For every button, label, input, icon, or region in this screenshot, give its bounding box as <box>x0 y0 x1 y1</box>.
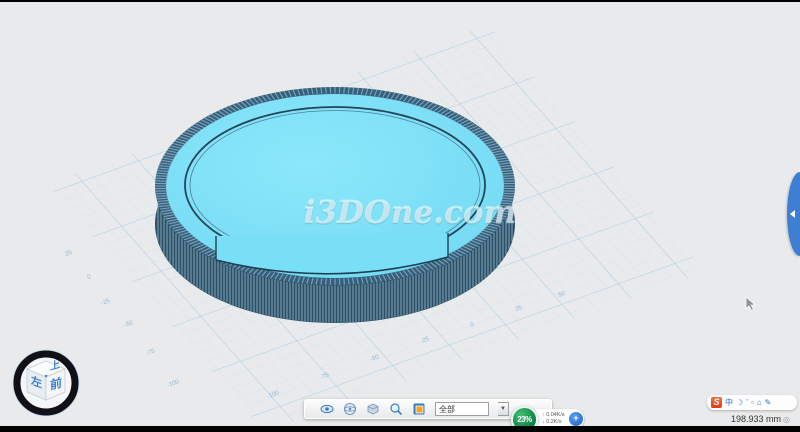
chevron-down-icon[interactable]: ▼ <box>498 402 509 416</box>
material-swatch-icon[interactable] <box>412 402 426 416</box>
boost-icon[interactable]: + <box>569 412 583 426</box>
skin-icon[interactable]: ⌂ <box>757 395 762 410</box>
grid-axis-label: -75 <box>146 348 157 357</box>
visibility-eye-icon[interactable] <box>320 402 334 416</box>
upload-arrow-icon: ↑ <box>542 412 545 417</box>
measurement-value: 198.933 mm <box>731 414 781 424</box>
grid-axis-label: -100 <box>167 379 181 389</box>
mode-chinese-icon[interactable]: 中 <box>725 395 733 410</box>
view-sphere-icon[interactable] <box>343 402 357 416</box>
status-circle-icon[interactable]: ◎ <box>783 415 790 424</box>
memory-usage-ball[interactable]: 23% <box>511 406 538 426</box>
window-bottom-edge <box>0 426 800 432</box>
zoom-search-icon[interactable] <box>389 402 403 416</box>
scene-canvas: 250-25-50-75-100-100-75-50-2502550 <box>0 2 800 426</box>
chevron-left-icon <box>790 210 795 218</box>
display-filter-dropdown[interactable]: 全部 <box>435 402 489 416</box>
grid-axis-label: -25 <box>101 298 112 307</box>
fullwidth-icon[interactable]: ▫ <box>751 395 754 410</box>
cube-face-front-label: 前 <box>50 375 62 393</box>
grid-axis-label: -50 <box>124 320 135 329</box>
sogou-logo-icon[interactable]: S <box>711 397 722 408</box>
solid-box-icon[interactable] <box>366 402 380 416</box>
download-arrow-icon: ↓ <box>542 419 545 424</box>
grid-axis-label: 25 <box>65 250 74 258</box>
ime-toolbar[interactable]: S 中☽’▫⌂✎ <box>707 395 797 410</box>
toolbox-icon[interactable]: ✎ <box>765 395 772 410</box>
moon-icon[interactable]: ☽ <box>736 395 743 410</box>
3d-viewport[interactable]: 250-25-50-75-100-100-75-50-2502550 i3DOn… <box>0 2 800 426</box>
mouse-cursor <box>746 297 755 311</box>
status-measurement: 198.933 mm◎ <box>690 414 790 424</box>
grid-axis-label: 0 <box>87 274 93 281</box>
upload-speed: ↑ 0.04K/s <box>542 412 565 418</box>
punctuation-icon[interactable]: ’ <box>746 395 748 410</box>
download-speed: ↓ 0.2K/s <box>542 419 565 425</box>
view-cube[interactable]: 上 左 前 <box>12 349 80 417</box>
gear-disc-model[interactable] <box>155 87 515 323</box>
